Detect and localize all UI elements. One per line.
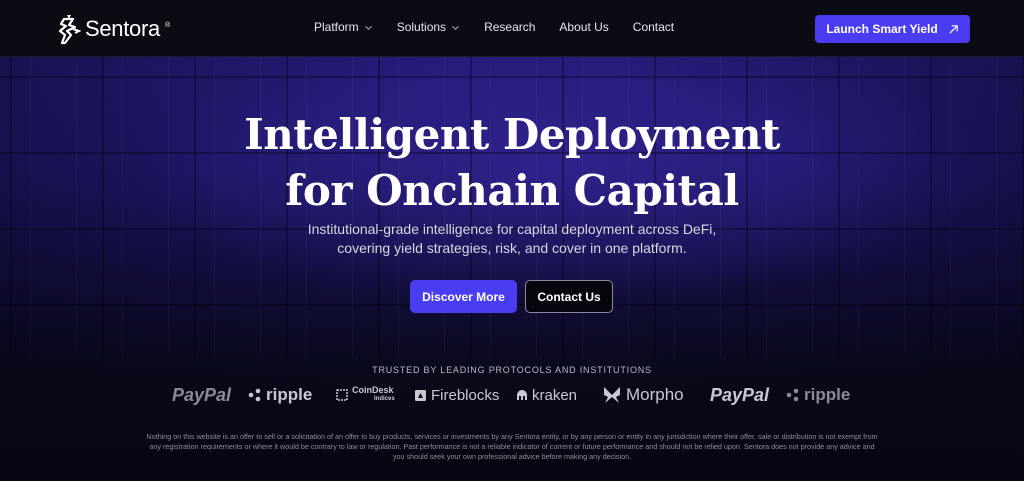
morpho-logo: Morpho [602, 381, 684, 409]
ripple-logo: ripple [248, 381, 312, 409]
coindesk-text: CoinDesk [352, 385, 394, 395]
hero-title: Intelligent Deployment for Onchain Capit… [0, 107, 1024, 219]
paypal-logo-text: PayPal [172, 384, 232, 405]
hero-subtitle-line-2: covering yield strategies, risk, and cov… [337, 240, 687, 256]
coindesk-logo-text: CoinDesk Indices [352, 386, 395, 404]
morpho-butterfly-icon [604, 387, 620, 403]
ripple-logo-text: ripple [266, 385, 313, 404]
disclaimer-line-3: you should seek your own professional ad… [392, 452, 632, 461]
arrow-up-right-icon [949, 24, 958, 34]
top-navigation: Sentora ® Platform Solutions Research Ab… [0, 0, 1024, 57]
hero-subtitle: Institutional-grade intelligence for cap… [262, 220, 762, 258]
menu-item-label: Platform [314, 20, 359, 34]
disclaimer-line-2: any registration requirements or where i… [149, 442, 875, 451]
main-menu: Platform Solutions Research About Us Con… [314, 20, 698, 34]
ripple-logo-text: ripple [804, 385, 851, 404]
morpho-logo-text: Morpho [626, 385, 684, 404]
logo-wordmark: Sentora [85, 16, 160, 41]
partner-logos: PayPal ripple CoinDesk Indices Fireblock… [170, 381, 860, 409]
coindesk-indices-text: Indices [374, 396, 395, 402]
fireblocks-logo: Fireblocks [414, 381, 499, 409]
launch-button-label: Launch Smart Yield [826, 22, 938, 36]
paypal-logo-text: PayPal [710, 384, 770, 405]
menu-item-research[interactable]: Research [484, 20, 535, 34]
ripple-icon [786, 388, 799, 402]
launch-smart-yield-button[interactable]: Launch Smart Yield [815, 15, 970, 43]
discover-more-button[interactable]: Discover More [410, 280, 517, 313]
menu-item-label: Contact [632, 20, 675, 34]
trusted-by-heading: TRUSTED BY LEADING PROTOCOLS AND INSTITU… [372, 365, 652, 375]
menu-item-label: Research [484, 20, 536, 34]
paypal-logo: PayPal [172, 381, 231, 409]
sentora-logo-icon [58, 15, 81, 45]
logo-registered-mark: ® [164, 21, 171, 29]
fireblocks-logo-text: Fireblocks [431, 386, 500, 404]
menu-item-about-us[interactable]: About Us [559, 20, 608, 34]
hero-subtitle-line-1: Institutional-grade intelligence for cap… [307, 221, 717, 237]
chevron-down-icon [364, 25, 372, 30]
hero-title-line-2: for Onchain Capital [285, 166, 739, 215]
hero-title-line-1: Intelligent Deployment [244, 110, 780, 159]
sentora-logo[interactable]: Sentora ® [55, 13, 170, 45]
menu-item-solutions[interactable]: Solutions [397, 20, 460, 34]
ripple-logo-2: ripple [786, 381, 850, 409]
kraken-logo: kraken [516, 381, 577, 409]
ripple-icon [248, 388, 261, 402]
menu-item-platform[interactable]: Platform [314, 20, 373, 34]
kraken-icon [517, 390, 527, 400]
menu-item-label: Solutions [396, 20, 447, 34]
kraken-logo-text: kraken [532, 386, 578, 404]
disclaimer-line-1: Nothing on this website is an offer to s… [146, 432, 878, 441]
paypal-logo-2: PayPal [710, 381, 769, 409]
coindesk-icon [336, 389, 348, 401]
chevron-down-icon [452, 25, 460, 30]
fireblocks-icon [415, 389, 426, 401]
coindesk-indices-logo: CoinDesk Indices [336, 381, 395, 409]
contact-us-button[interactable]: Contact Us [525, 280, 613, 313]
menu-item-label: About Us [559, 20, 609, 34]
legal-disclaimer: Nothing on this website is an offer to s… [105, 432, 919, 462]
menu-item-contact[interactable]: Contact [633, 20, 674, 34]
